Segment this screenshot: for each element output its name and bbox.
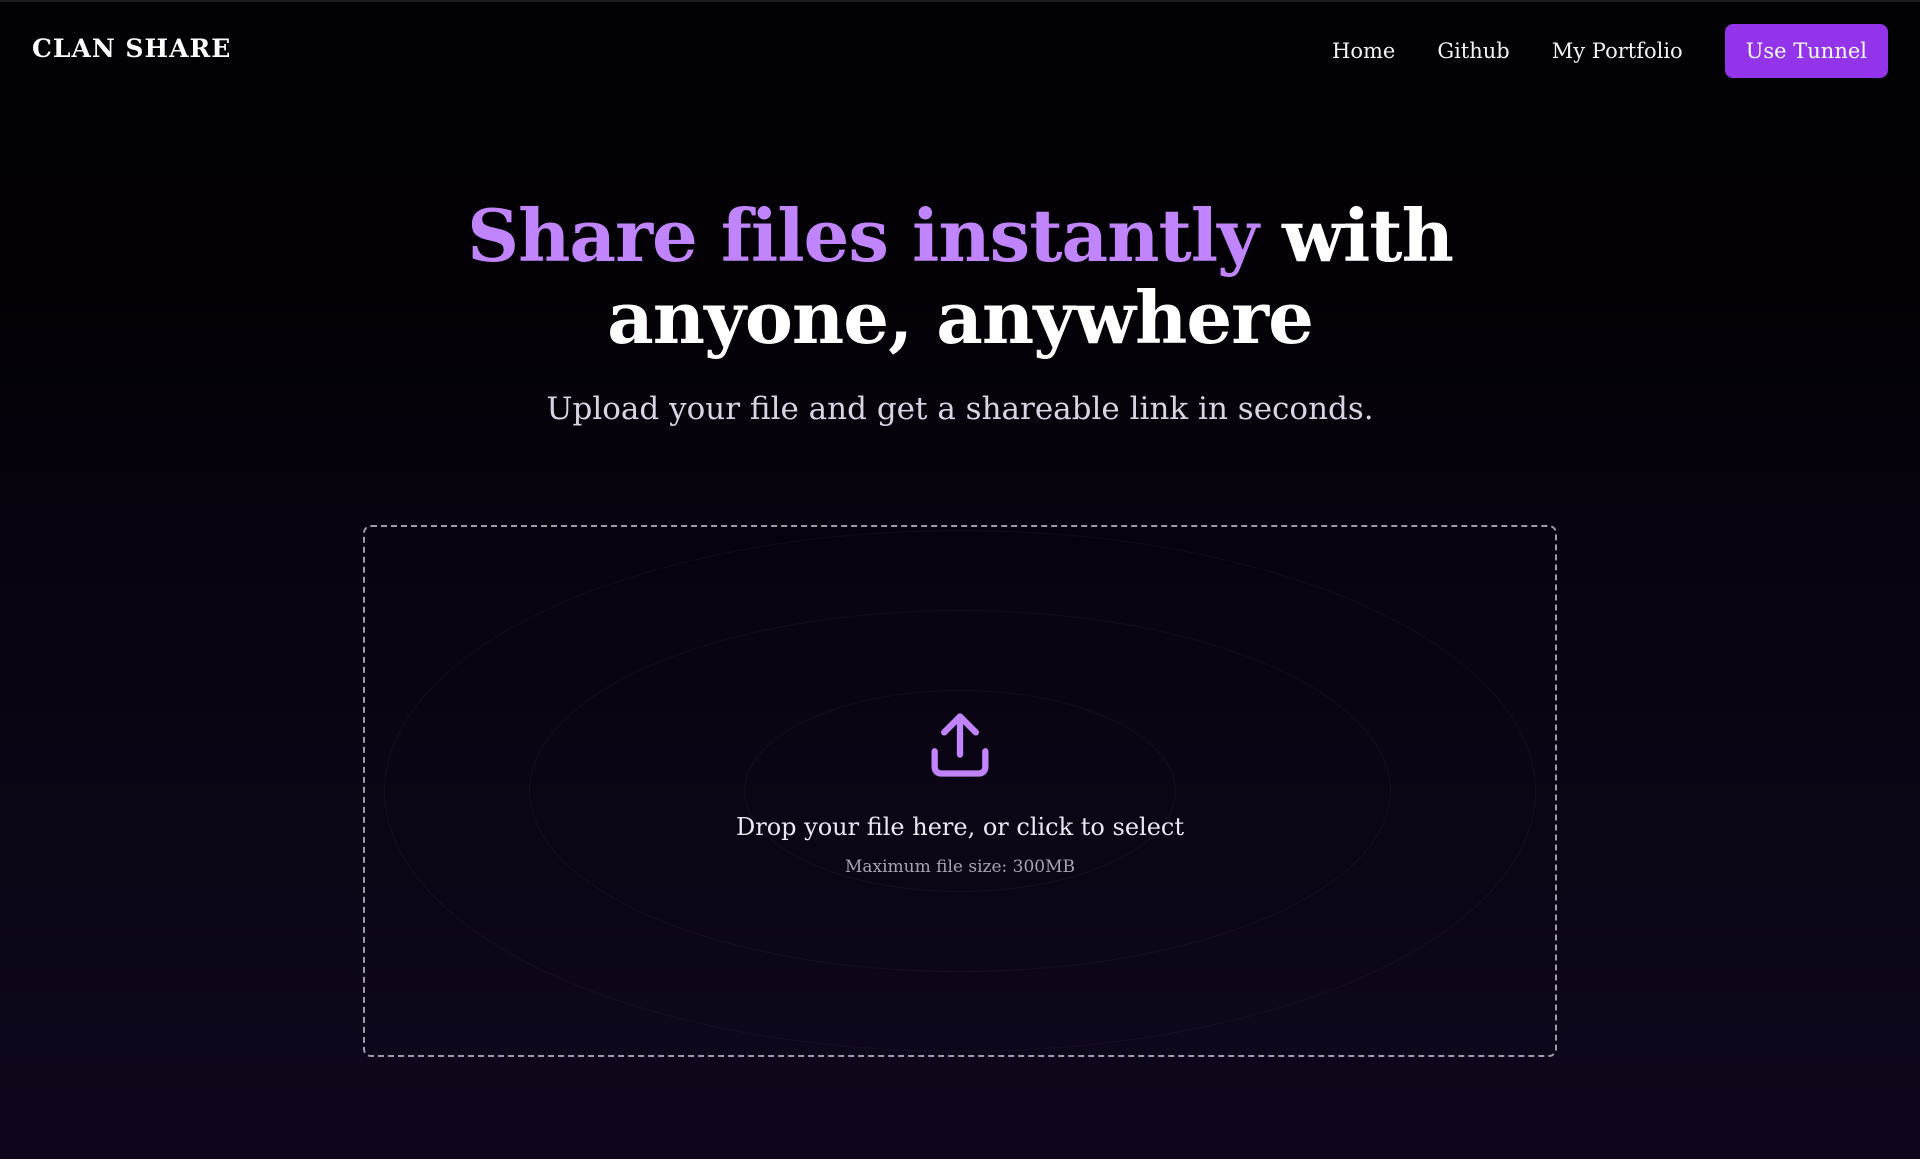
headline-line2: anyone, anywhere bbox=[607, 275, 1314, 360]
file-dropzone[interactable]: Drop your file here, or click to select … bbox=[363, 525, 1557, 1057]
hero-subtitle: Upload your file and get a shareable lin… bbox=[546, 391, 1374, 427]
dropzone-size-note: Maximum file size: 300MB bbox=[844, 857, 1076, 877]
nav-portfolio-link[interactable]: My Portfolio bbox=[1552, 39, 1683, 63]
nav-menu: Home Github My Portfolio Use Tunnel bbox=[1332, 24, 1888, 78]
nav-home-link[interactable]: Home bbox=[1332, 39, 1395, 63]
headline-line1-rest: with bbox=[1257, 193, 1454, 278]
nav-github-link[interactable]: Github bbox=[1437, 39, 1509, 63]
hero-section: Share files instantly with anyone, anywh… bbox=[0, 195, 1920, 428]
dropzone-title: Drop your file here, or click to select bbox=[736, 813, 1184, 841]
brand-logo[interactable]: CLAN SHARE bbox=[32, 34, 231, 63]
use-tunnel-button[interactable]: Use Tunnel bbox=[1724, 24, 1888, 78]
top-navigation-bar: CLAN SHARE Home Github My Portfolio Use … bbox=[0, 0, 1920, 100]
hero-headline: Share files instantly with anyone, anywh… bbox=[0, 195, 1920, 359]
dropzone-content: Drop your file here, or click to select … bbox=[365, 707, 1555, 877]
headline-accent-text: Share files instantly bbox=[467, 193, 1259, 278]
upload-icon bbox=[931, 713, 989, 777]
